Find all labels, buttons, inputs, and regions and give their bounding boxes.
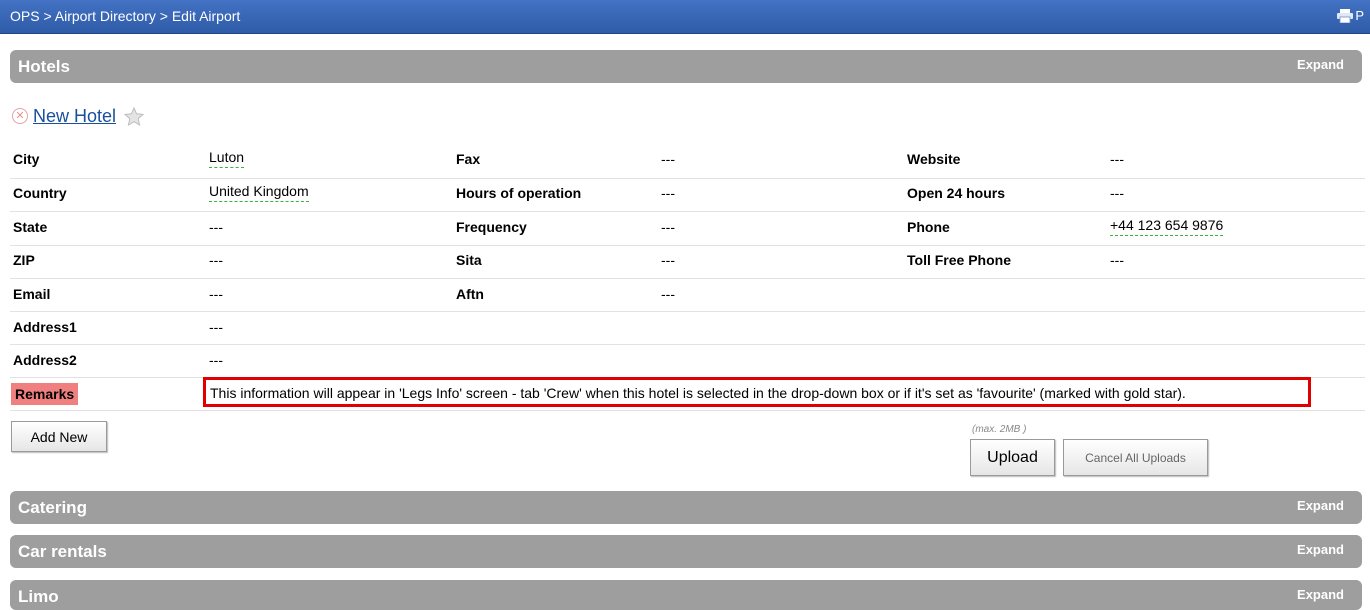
expand-button[interactable]: Expand bbox=[1297, 498, 1344, 513]
top-bar: OPS > Airport Directory > Edit Airport P bbox=[0, 0, 1370, 34]
section-title: Limo bbox=[18, 587, 59, 606]
phone-value[interactable]: +44 123 654 9876 bbox=[1110, 217, 1224, 236]
zip-value[interactable]: --- bbox=[209, 252, 223, 268]
remove-icon[interactable]: ✕ bbox=[12, 107, 28, 124]
email-label: Email bbox=[13, 286, 51, 302]
upload-button[interactable]: Upload bbox=[970, 439, 1055, 476]
upload-size-note: (max. 2MB ) bbox=[972, 424, 1027, 435]
aftn-value[interactable]: --- bbox=[661, 286, 675, 302]
zip-label: ZIP bbox=[13, 252, 35, 268]
favourite-star-icon[interactable] bbox=[124, 107, 145, 126]
expand-button[interactable]: Expand bbox=[1297, 57, 1344, 72]
aftn-label: Aftn bbox=[456, 286, 484, 302]
phone-label: Phone bbox=[907, 219, 950, 235]
row-divider bbox=[10, 410, 1365, 411]
city-value[interactable]: Luton bbox=[209, 149, 245, 168]
section-title: Hotels bbox=[18, 57, 70, 76]
print-button[interactable]: P bbox=[1337, 8, 1364, 23]
section-hotels: Hotels Expand bbox=[10, 50, 1362, 83]
tollfree-value[interactable]: --- bbox=[1110, 252, 1124, 268]
state-value[interactable]: --- bbox=[209, 219, 223, 235]
country-label: Country bbox=[13, 185, 67, 201]
row-divider bbox=[10, 245, 1365, 246]
section-title: Catering bbox=[18, 498, 87, 517]
row-divider bbox=[10, 344, 1365, 345]
country-value[interactable]: United Kingdom bbox=[209, 183, 309, 202]
remarks-label: Remarks bbox=[11, 383, 79, 405]
tollfree-label: Toll Free Phone bbox=[907, 252, 1011, 268]
print-label: P bbox=[1355, 8, 1364, 23]
frequency-label: Frequency bbox=[456, 219, 527, 235]
fax-value[interactable]: --- bbox=[661, 151, 675, 167]
expand-button[interactable]: Expand bbox=[1297, 587, 1344, 602]
email-value[interactable]: --- bbox=[209, 286, 223, 302]
hotel-header: ✕ New Hotel bbox=[12, 106, 145, 127]
breadcrumb: OPS > Airport Directory > Edit Airport bbox=[10, 8, 241, 24]
hours-value[interactable]: --- bbox=[661, 185, 675, 201]
row-divider bbox=[10, 311, 1365, 312]
section-car-rentals: Car rentals Expand bbox=[10, 535, 1362, 568]
hours-label: Hours of operation bbox=[456, 185, 582, 201]
address1-label: Address1 bbox=[13, 319, 77, 335]
printer-icon bbox=[1337, 8, 1354, 23]
website-label: Website bbox=[907, 151, 961, 167]
row-divider bbox=[10, 178, 1365, 179]
section-limo: Limo Expand bbox=[10, 580, 1362, 610]
open24-label: Open 24 hours bbox=[907, 185, 1006, 201]
website-value[interactable]: --- bbox=[1110, 151, 1124, 167]
row-divider bbox=[10, 211, 1365, 212]
section-title: Car rentals bbox=[18, 542, 107, 561]
cancel-all-uploads-button[interactable]: Cancel All Uploads bbox=[1063, 439, 1208, 476]
open24-value[interactable]: --- bbox=[1110, 185, 1124, 201]
address2-label: Address2 bbox=[13, 352, 77, 368]
add-new-button[interactable]: Add New bbox=[11, 421, 107, 452]
hotel-name-link[interactable]: New Hotel bbox=[33, 106, 116, 127]
city-label: City bbox=[13, 151, 40, 167]
sita-label: Sita bbox=[456, 252, 482, 268]
remarks-value[interactable]: This information will appear in 'Legs In… bbox=[203, 377, 1311, 407]
frequency-value[interactable]: --- bbox=[661, 219, 675, 235]
fax-label: Fax bbox=[456, 151, 481, 167]
address1-value[interactable]: --- bbox=[209, 319, 223, 335]
address2-value[interactable]: --- bbox=[209, 352, 223, 368]
state-label: State bbox=[13, 219, 48, 235]
sita-value[interactable]: --- bbox=[661, 252, 675, 268]
expand-button[interactable]: Expand bbox=[1297, 542, 1344, 557]
section-catering: Catering Expand bbox=[10, 491, 1362, 524]
row-divider bbox=[10, 278, 1365, 279]
